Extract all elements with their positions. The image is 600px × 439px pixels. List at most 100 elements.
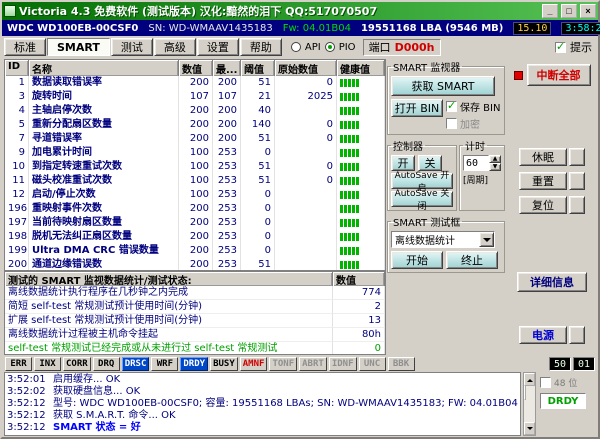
log-line: 3:52:02获取硬盘信息... OK <box>7 386 518 398</box>
pio-radio[interactable] <box>325 42 335 52</box>
maximize-button[interactable]: □ <box>561 4 577 18</box>
table-row: 1数据读取错误率200200510 <box>5 76 385 90</box>
hint-checkbox[interactable] <box>555 42 566 53</box>
led-tonf: TONF <box>269 357 297 371</box>
minimize-button[interactable]: _ <box>542 4 558 18</box>
stats-value: 0 <box>333 342 385 355</box>
tab-bar: 标准SMART测试高级设置帮助 API PIO 端口 D000h 提示 <box>2 36 598 58</box>
table-row: 5重新分配扇区数量2002001400 <box>5 118 385 132</box>
timer-down-icon[interactable]: ▼ <box>489 163 501 171</box>
health-bars-icon <box>340 230 381 243</box>
attr-threshold: 51 <box>241 160 275 174</box>
smart-test-title: SMART 测试框 <box>391 214 462 229</box>
save-bin-checkbox[interactable] <box>446 101 457 112</box>
led-idnf: IDNF <box>329 357 357 371</box>
tab-测试[interactable]: 测试 <box>111 38 153 56</box>
tab-高级[interactable]: 高级 <box>154 38 196 56</box>
encrypt-checkbox[interactable] <box>446 118 457 129</box>
power-option-button[interactable] <box>569 326 585 344</box>
table-row: 199Ultra DMA CRC 错误数量2002530 <box>5 244 385 258</box>
attr-value: 100 <box>179 174 213 188</box>
drive-firmware: Fw: 04.01B04 <box>283 23 351 34</box>
save-bin-toggle[interactable]: 保存 BIN <box>446 99 500 114</box>
led-err: ERR <box>5 357 32 371</box>
bits48-toggle[interactable]: 48 位 <box>540 376 594 389</box>
close-button[interactable]: × <box>580 4 596 18</box>
reset-option-button[interactable] <box>569 196 585 214</box>
log-message: SMART 状态 = 好 <box>53 422 141 434</box>
attr-worst: 253 <box>213 202 241 216</box>
table-row: 4主轴启停次数20020040 <box>5 104 385 118</box>
attr-name: 通道边缘错误数 <box>29 258 179 271</box>
scroll-up-icon[interactable] <box>524 373 535 386</box>
attr-name: Ultra DMA CRC 错误数量 <box>29 244 179 258</box>
attr-health <box>337 174 385 188</box>
table-row: 12启动/停止次数1002530 <box>5 188 385 202</box>
open-bin-button[interactable]: 打开 BIN <box>391 99 443 117</box>
led-abrt: ABRT <box>299 357 327 371</box>
encrypt-toggle[interactable]: 加密 <box>446 116 500 131</box>
title-bar[interactable]: Victoria 4.3 免费软件 (测试版本) 汉化:黯然的泪下 QQ:517… <box>2 2 598 20</box>
autosave-off-button[interactable]: AutoSave 关闭 <box>391 191 453 207</box>
scroll-thumb[interactable] <box>524 385 526 400</box>
led-inx: INX <box>34 357 61 371</box>
attr-value: 200 <box>179 76 213 90</box>
port-display[interactable]: 端口 D000h <box>363 39 441 56</box>
scroll-down-icon[interactable] <box>524 422 535 435</box>
log-message: 获取 S.M.A.R.T. 命令... OK <box>53 410 176 422</box>
chevron-down-icon[interactable] <box>479 232 494 247</box>
tab-list: 标准SMART测试高级设置帮助 <box>4 38 282 56</box>
attr-raw <box>275 188 337 202</box>
save-bin-label: 保存 BIN <box>460 99 500 114</box>
log-line: 3:52:01启用缓存... OK <box>7 374 518 386</box>
reset-button[interactable]: 复位 <box>519 196 567 214</box>
attr-health <box>337 160 385 174</box>
get-smart-button[interactable]: 获取 SMART <box>391 76 495 96</box>
attr-id: 5 <box>5 118 29 132</box>
attr-health <box>337 244 385 258</box>
attr-value: 200 <box>179 258 213 271</box>
tab-标准[interactable]: 标准 <box>4 38 46 56</box>
led-wrf: WRF <box>151 357 178 371</box>
led-amnf: AMNF <box>240 357 268 371</box>
drive-model: WDC WD100EB-00CSF0 <box>7 23 138 34</box>
log-line: 3:52:12获取 S.M.A.R.T. 命令... OK <box>7 410 518 422</box>
attr-id: 9 <box>5 146 29 160</box>
stats-value: 13 <box>333 314 385 328</box>
stats-label: 离线数据统计执行程序在几秒钟之内完成 <box>5 286 333 300</box>
api-radio[interactable] <box>291 42 301 52</box>
bits48-checkbox[interactable] <box>540 377 551 388</box>
health-bars-icon <box>340 188 381 201</box>
test-stop-button[interactable]: 终止 <box>446 251 498 269</box>
test-start-button[interactable]: 开始 <box>391 251 443 269</box>
attr-raw: 0 <box>275 160 337 174</box>
sleep-option-button[interactable] <box>569 148 585 166</box>
smart-test-select[interactable]: 离线数据统计 <box>391 231 495 248</box>
tab-帮助[interactable]: 帮助 <box>240 38 282 56</box>
timer-input[interactable] <box>463 155 489 171</box>
health-bars-icon <box>340 202 381 215</box>
health-bars-icon <box>340 104 381 117</box>
recall-option-button[interactable] <box>569 172 585 190</box>
details-button[interactable]: 详细信息 <box>517 272 587 292</box>
hint-toggle[interactable]: 提示 <box>555 39 596 55</box>
break-all-button[interactable]: 中断全部 <box>527 64 591 86</box>
column-header: 最... <box>213 60 241 76</box>
recall-button[interactable]: 重置 <box>519 172 567 190</box>
attr-threshold: 51 <box>241 76 275 90</box>
drive-serial: SN: WD-WMAAV1435183 <box>148 23 272 34</box>
timer-up-icon[interactable]: ▲ <box>489 155 501 163</box>
attr-name: 重新分配扇区数量 <box>29 118 179 132</box>
log-timestamp: 3:52:12 <box>7 422 53 434</box>
status-led-row: ERRINXCORRDRQDRSCWRFDRDYBUSYAMNFTONFABRT… <box>2 355 598 372</box>
attr-threshold: 0 <box>241 188 275 202</box>
tab-设置[interactable]: 设置 <box>197 38 239 56</box>
log-scrollbar[interactable] <box>523 372 536 436</box>
scroll-track[interactable] <box>524 386 535 422</box>
sleep-button[interactable]: 休眠 <box>519 148 567 166</box>
power-button[interactable]: 电源 <box>519 326 567 344</box>
attr-raw <box>275 230 337 244</box>
tab-SMART[interactable]: SMART <box>47 38 110 56</box>
attr-raw <box>275 244 337 258</box>
smart-monitor-panel: SMART 监视器 获取 SMART 打开 BIN 保存 BIN 加 <box>386 58 506 355</box>
